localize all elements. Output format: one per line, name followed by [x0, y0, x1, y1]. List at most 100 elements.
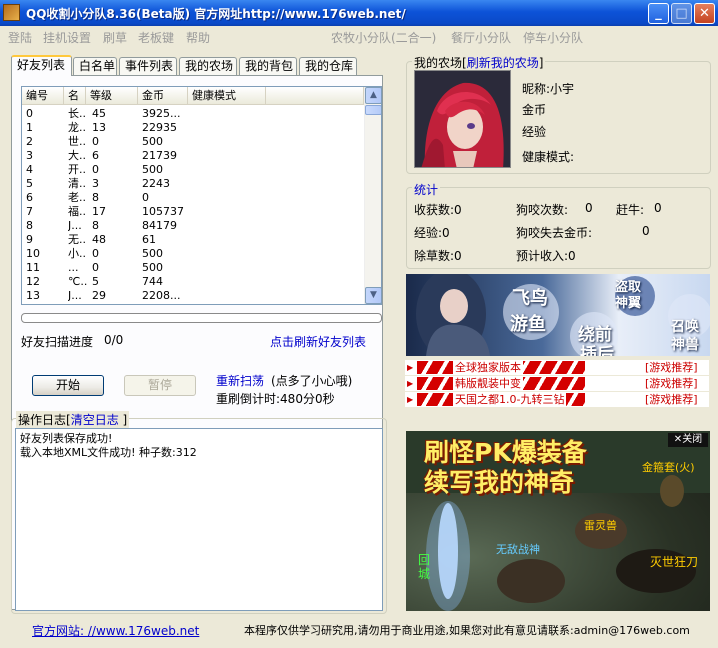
- tab-my-farm[interactable]: 我的农场: [179, 57, 237, 75]
- table-cell: 17: [92, 205, 106, 218]
- table-row[interactable]: 6 老.. 8 0: [22, 191, 364, 205]
- column-header-gold[interactable]: 金币: [138, 87, 188, 105]
- rescan-link[interactable]: 重新扫荡: [216, 372, 264, 389]
- table-cell: 6: [26, 191, 33, 204]
- table-cell: 0: [142, 191, 149, 204]
- table-cell: 龙..: [68, 121, 86, 134]
- log-header: 操作日志[: [18, 413, 71, 427]
- tab-friend-list[interactable]: 好友列表: [11, 55, 72, 76]
- start-button[interactable]: 开始: [32, 375, 104, 396]
- ad-label: 灭世狂刀: [650, 555, 699, 569]
- log-group-title: 操作日志[清空日志 ]: [16, 411, 130, 428]
- ad-link-item[interactable]: ▶ 天国之都1.0-九转三钻 [游戏推荐]: [405, 392, 709, 407]
- table-cell: 2208...: [142, 289, 181, 302]
- table-cell: 5: [26, 177, 33, 190]
- app-icon[interactable]: [3, 4, 20, 21]
- ad-link-item[interactable]: ▶ 韩版靓装中变 [游戏推荐]: [405, 376, 709, 391]
- table-row[interactable]: 0 长.. 45 3925...: [22, 107, 364, 121]
- menu-help[interactable]: 帮助: [186, 29, 210, 46]
- column-header-level[interactable]: 等级: [86, 87, 138, 105]
- log-textbox[interactable]: 好友列表保存成功! 载入本地XML文件成功! 种子数:312: [15, 428, 383, 611]
- arrow-down-icon: ▼: [370, 290, 377, 300]
- table-cell: 开..: [68, 163, 86, 176]
- table-row[interactable]: 10 小.. 0 500: [22, 247, 364, 261]
- ad-link-tag: [游戏推荐]: [645, 361, 698, 374]
- table-cell: 0: [92, 261, 99, 274]
- table-row[interactable]: 1 龙.. 13 22935: [22, 121, 364, 135]
- tab-event-list[interactable]: 事件列表: [119, 57, 177, 75]
- ad-link-item[interactable]: ▶ 全球独家版本 [游戏推荐]: [405, 360, 709, 375]
- tab-my-warehouse[interactable]: 我的仓库: [299, 57, 357, 75]
- menu-idle-settings[interactable]: 挂机设置: [43, 29, 91, 46]
- ad-label: 雷灵兽: [584, 519, 617, 532]
- window-title: QQ收割小分队8.36(Beta版) 官方网址http://www.176web…: [26, 7, 406, 21]
- scroll-up-button[interactable]: ▲: [365, 87, 381, 104]
- column-header-name[interactable]: 名: [64, 87, 86, 105]
- stat-harvest: 收获数:0: [414, 203, 462, 217]
- friend-list-table[interactable]: 编号 名 等级 金币 健康模式 0 长.. 45 3925... 1 龙.. 13 22935…: [21, 86, 382, 305]
- table-row[interactable]: 13 J... 29 2208...: [22, 289, 364, 303]
- table-row[interactable]: 7 福.. 17 105737: [22, 205, 364, 219]
- table-row[interactable]: 9 无.. 48 61: [22, 233, 364, 247]
- table-cell: 500: [142, 247, 163, 260]
- menu-restaurant[interactable]: 餐厅小分队: [451, 29, 511, 46]
- column-header-health[interactable]: 健康模式: [188, 87, 266, 105]
- table-row[interactable]: 11... 0 500: [22, 261, 364, 275]
- table-row[interactable]: 3 大.. 6 21739: [22, 149, 364, 163]
- menu-boss-key[interactable]: 老板键: [138, 29, 174, 46]
- table-cell: 45: [92, 107, 106, 120]
- column-header-id[interactable]: 编号: [22, 87, 64, 105]
- table-cell: 744: [142, 275, 163, 288]
- table-cell: 61: [142, 233, 156, 246]
- table-cell: 2: [26, 135, 33, 148]
- table-cell: J...: [68, 219, 82, 232]
- close-button[interactable]: ✕: [694, 3, 715, 24]
- ad-banner-bottom[interactable]: 刷怪PK爆装备 续写我的神奇 ✕关闭 金箍套(火) 雷灵兽 无敌战神 灭世狂刀 …: [406, 431, 710, 611]
- table-cell: 小..: [68, 247, 86, 260]
- title-bar[interactable]: QQ收割小分队8.36(Beta版) 官方网址http://www.176web…: [0, 0, 718, 26]
- scroll-down-button[interactable]: ▼: [365, 287, 381, 304]
- table-cell: 清..: [68, 177, 86, 190]
- menu-parking[interactable]: 停车小分队: [523, 29, 583, 46]
- minimize-button[interactable]: _: [648, 3, 669, 24]
- table-row[interactable]: 12 ℃.. 5 744: [22, 275, 364, 289]
- arrow-right-icon: ▶: [407, 379, 414, 388]
- arrow-right-icon: ▶: [407, 395, 414, 404]
- ad-close-button[interactable]: ✕关闭: [668, 433, 708, 447]
- footer-notice: 本程序仅供学习研究用,请勿用于商业用途,如果您对此有意见请联系:admin@17…: [244, 624, 690, 637]
- ad-banner-art: [416, 274, 710, 356]
- table-cell: 6: [92, 149, 99, 162]
- refresh-countdown: 重刷倒计时:480分0秒: [216, 392, 335, 406]
- table-row[interactable]: 8 J... 8 84179: [22, 219, 364, 233]
- minimize-icon: _: [655, 6, 662, 21]
- menu-farm-pasture[interactable]: 农牧小分队(二合一): [331, 29, 436, 46]
- refresh-my-farm-link[interactable]: 刷新我的农场: [467, 56, 539, 70]
- tab-my-backpack[interactable]: 我的背包: [239, 57, 297, 75]
- table-cell: 105737: [142, 205, 184, 218]
- vertical-scrollbar[interactable]: ▲ ▼: [364, 87, 381, 304]
- table-cell: 大..: [68, 149, 86, 162]
- pause-button[interactable]: 暂停: [124, 375, 196, 396]
- maximize-button[interactable]: □: [671, 3, 692, 24]
- ad-link-text: 韩版靓装中变: [453, 376, 523, 391]
- menu-brush-grass[interactable]: 刷草: [103, 29, 127, 46]
- tab-whitelist[interactable]: 白名单: [73, 57, 117, 75]
- official-site-link[interactable]: 官方网站: //www.176web.net: [32, 622, 199, 639]
- table-row[interactable]: 5 清.. 3 2243: [22, 177, 364, 191]
- table-cell: 29: [92, 289, 106, 302]
- stat-dog-gold-label: 狗咬失去金币:: [516, 226, 593, 240]
- farm-gold: 金币: [522, 103, 547, 117]
- refresh-friend-list-link[interactable]: 点击刷新好友列表: [270, 333, 366, 350]
- ad-word: 召唤: [671, 319, 699, 335]
- stat-weed: 除草数:0: [414, 249, 462, 263]
- ad-word: 神翼: [615, 296, 642, 311]
- scroll-thumb[interactable]: [365, 105, 381, 115]
- table-cell: 1: [26, 121, 33, 134]
- ad-banner-top[interactable]: 飞鸟 游鱼 盗取 神翼 绕前 插后 召唤 神兽: [406, 274, 710, 356]
- table-row[interactable]: 2 世.. 0 500: [22, 135, 364, 149]
- menu-login[interactable]: 登陆: [8, 29, 32, 46]
- table-row[interactable]: 4 开.. 0 500: [22, 163, 364, 177]
- table-cell: 11: [26, 261, 40, 274]
- clear-log-link[interactable]: 清空日志: [71, 413, 119, 427]
- stat-exp: 经验:0: [414, 226, 450, 240]
